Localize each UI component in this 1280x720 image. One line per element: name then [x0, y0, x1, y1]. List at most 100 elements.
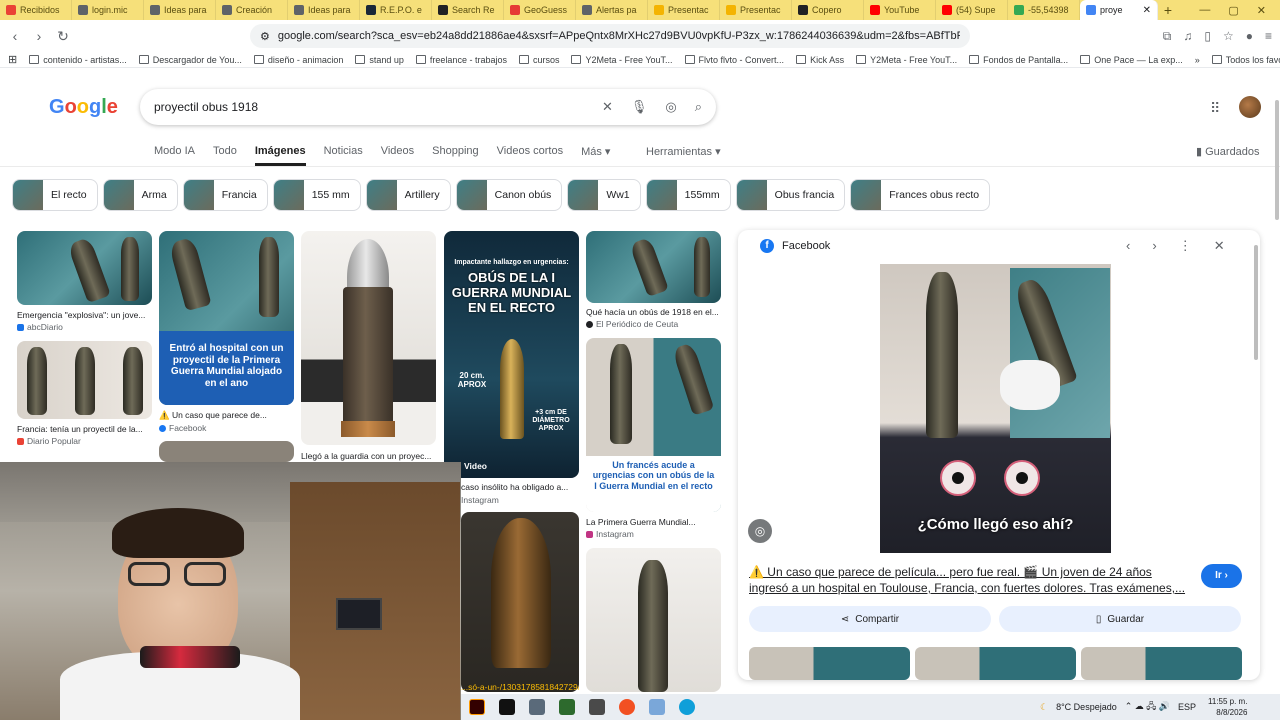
page-scrollbar[interactable]	[1275, 100, 1279, 220]
close-window-icon[interactable]: ✕	[1257, 4, 1266, 17]
related-thumb[interactable]	[749, 647, 910, 680]
tab-active[interactable]: proye ✕	[1080, 0, 1158, 20]
tab-todo[interactable]: Todo	[213, 145, 237, 166]
tab[interactable]: Presentac	[720, 0, 792, 20]
result-image-11[interactable]	[586, 548, 721, 692]
filter-chip[interactable]: Ww1	[567, 179, 641, 211]
bookmark-item[interactable]: contenido - artistas...	[29, 55, 127, 65]
bookmarks-more-icon[interactable]: »	[1195, 55, 1200, 65]
tab[interactable]: Search Re	[432, 0, 504, 20]
bookmark-item[interactable]: freelance - trabajos	[415, 55, 507, 65]
lens-search-icon[interactable]: ◎	[748, 519, 772, 543]
tab[interactable]: Creación	[216, 0, 288, 20]
result-caption[interactable]: Qué hacía un obús de 1918 en el...	[586, 307, 721, 317]
result-image-3[interactable]: Entró al hospital con un proyectil de la…	[159, 231, 294, 405]
tab-videos-cortos[interactable]: Videos cortos	[497, 145, 563, 166]
tool-icon[interactable]	[589, 699, 605, 715]
result-image-5[interactable]: Impactante hallazgo en urgencias: OBÚS D…	[444, 231, 579, 478]
menu-icon[interactable]: ≡	[1265, 29, 1272, 44]
tab[interactable]: Ideas para	[288, 0, 360, 20]
tab[interactable]: (54) Supe	[936, 0, 1008, 20]
capcut-icon[interactable]	[499, 699, 515, 715]
edge-icon[interactable]	[679, 699, 695, 715]
google-apps-icon[interactable]: ⠿	[1210, 100, 1220, 117]
result-image-7[interactable]: Un francés acude a urgencias con un obús…	[586, 338, 721, 512]
go-button[interactable]: Ir ›	[1201, 564, 1242, 588]
clear-icon[interactable]: ✕	[602, 99, 613, 115]
tab-más-[interactable]: Más ▾	[581, 145, 610, 166]
related-thumb[interactable]	[915, 647, 1076, 680]
filter-chip[interactable]: Artillery	[365, 179, 451, 211]
language-indicator[interactable]: ESP	[1178, 702, 1196, 712]
bookmark-item[interactable]: Y2Meta - Free YouT...	[571, 55, 673, 65]
extensions-icon[interactable]: ⧉	[1163, 29, 1172, 44]
filter-chip[interactable]: El recto	[12, 179, 98, 211]
result-caption[interactable]: Llegó a la guardia con un proyec...	[301, 451, 436, 461]
weather-text[interactable]: 8°C Despejado	[1056, 702, 1117, 712]
prev-icon[interactable]: ‹	[1126, 238, 1130, 254]
back-icon[interactable]: ‹	[8, 28, 22, 44]
result-caption[interactable]: ⚠️ Un caso que parece de...	[159, 410, 294, 421]
tab[interactable]: GeoGuess	[504, 0, 576, 20]
tab[interactable]: Presentac	[648, 0, 720, 20]
photos-icon[interactable]	[649, 699, 665, 715]
sidepanel-icon[interactable]: ▯	[1204, 29, 1211, 44]
forward-icon[interactable]: ›	[32, 28, 46, 44]
google-logo[interactable]: Google	[49, 96, 118, 119]
maximize-icon[interactable]: ▢	[1228, 4, 1238, 17]
site-info-icon[interactable]: ⚙	[260, 30, 270, 43]
panel-source[interactable]: f Facebook	[760, 239, 830, 253]
illustrator-icon[interactable]	[469, 699, 485, 715]
panel-title-link[interactable]: ⚠️ Un caso que parece de película... per…	[749, 564, 1189, 596]
bookmark-item[interactable]: Fondos de Pantalla...	[969, 55, 1068, 65]
tab-imágenes[interactable]: Imágenes	[254, 145, 306, 166]
mic-icon[interactable]: 🎙	[631, 99, 648, 115]
filter-chip[interactable]: Obus francia	[735, 179, 846, 211]
result-caption[interactable]: Francia: tenía un proyectil de la...	[17, 424, 152, 434]
filter-chip[interactable]: 155mm	[645, 179, 731, 211]
tab[interactable]: R.E.P.O. e	[360, 0, 432, 20]
calculator-icon[interactable]	[529, 699, 545, 715]
close-tab-icon[interactable]: ✕	[1143, 5, 1151, 16]
bookmark-item[interactable]: One Pace — La exp...	[1080, 55, 1183, 65]
filter-chip[interactable]: 155 mm	[272, 179, 361, 211]
avatar[interactable]	[1239, 96, 1261, 118]
bookmark-item[interactable]: Flvto flvto - Convert...	[684, 55, 784, 65]
result-image-10[interactable]	[461, 512, 579, 692]
tab[interactable]: Alertas pa	[576, 0, 648, 20]
bookmark-item[interactable]: Descargador de You...	[138, 55, 242, 65]
search-box[interactable]: proyectil obus 1918 ✕ 🎙 ◎ ⌕	[140, 89, 716, 125]
related-thumb[interactable]	[1081, 647, 1242, 680]
next-icon[interactable]: ›	[1152, 238, 1156, 254]
filter-chip[interactable]: Francia	[182, 179, 268, 211]
minimize-icon[interactable]: —	[1199, 4, 1210, 17]
tab-shopping[interactable]: Shopping	[432, 145, 479, 166]
tab[interactable]: Recibidos	[0, 0, 72, 20]
close-icon[interactable]: ✕	[1214, 238, 1225, 254]
tab[interactable]: Ideas para	[144, 0, 216, 20]
tab[interactable]: -55,54398	[1008, 0, 1080, 20]
favorites-icon[interactable]: ☆	[1223, 29, 1234, 44]
result-image-6[interactable]	[586, 231, 721, 303]
reload-icon[interactable]: ↻	[56, 28, 70, 45]
more-icon[interactable]: ⋮	[1179, 238, 1192, 254]
preview-image[interactable]: ¿Cómo llegó eso ahí?	[880, 264, 1111, 553]
clock[interactable]: 11:55 p. m. 8/8/2026	[1208, 696, 1247, 718]
bookmark-item[interactable]: Kick Ass	[796, 55, 844, 65]
result-image-2[interactable]	[17, 341, 152, 419]
apps-grid-icon[interactable]: ⊞	[8, 53, 17, 66]
tab[interactable]: login.mic	[72, 0, 144, 20]
search-input[interactable]: proyectil obus 1918	[154, 100, 258, 114]
save-button[interactable]: ▯ Guardar	[999, 606, 1241, 632]
new-tab-button[interactable]: +	[1158, 2, 1178, 18]
panel-scrollbar[interactable]	[1254, 245, 1258, 360]
search-icon[interactable]: ⌕	[695, 99, 702, 115]
filter-chip[interactable]: Arma	[102, 179, 178, 211]
weather-icon[interactable]: ☾	[1040, 702, 1048, 713]
share-button[interactable]: ⋖ Compartir	[749, 606, 991, 632]
profile-icon[interactable]: ●	[1246, 29, 1253, 44]
result-image-9[interactable]	[159, 441, 294, 462]
tab-videos[interactable]: Videos	[381, 145, 414, 166]
result-url[interactable]: ...só-a-un-/1303178581842729/	[461, 682, 579, 692]
lens-icon[interactable]: ◎	[665, 99, 676, 115]
